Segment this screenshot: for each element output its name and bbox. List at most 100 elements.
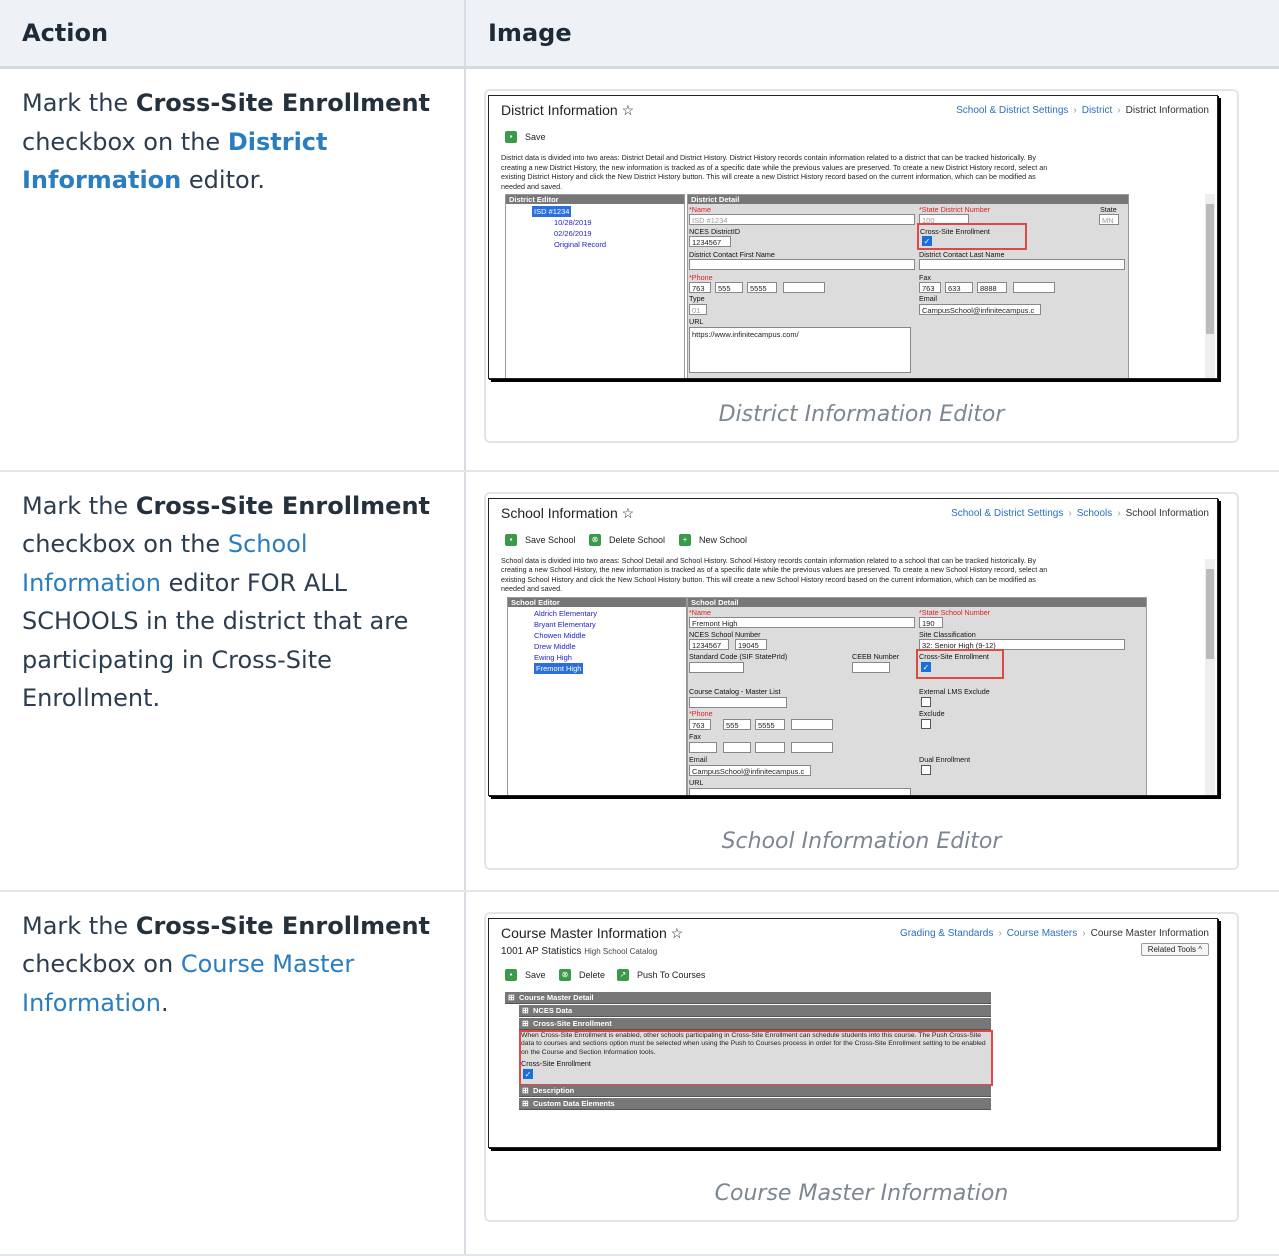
fax-line-field[interactable] [755,741,785,753]
save-school-button[interactable]: ▪ Save School [505,533,576,546]
state-label: State [1100,205,1117,214]
section-bar[interactable]: NCES Data [519,1004,991,1017]
breadcrumb: School & District Settings › Schools › Schoo… [951,508,1209,519]
save-button[interactable]: ▪ Save [505,131,546,143]
save-button[interactable]: ▪ Save [505,968,546,981]
fax-area-field[interactable] [689,741,717,753]
tree-item[interactable]: Aldrich Elementary [508,608,686,619]
contact-first-field[interactable] [689,259,915,270]
tree-item[interactable]: Fremont High [534,662,584,674]
scrollbar[interactable] [1205,194,1215,378]
tree-item[interactable]: Bryant Elementary [508,619,686,630]
url-field[interactable] [689,787,911,795]
table-row: Mark the Cross-Site Enrollment checkbox … [0,470,1279,892]
url-label: URL [689,317,704,326]
fax-area-field[interactable]: 763 [919,282,941,293]
type-label: Type [689,294,705,303]
tree-item[interactable]: Drew Middle [508,641,686,652]
push-to-courses-button[interactable]: ↗ Push To Courses [617,968,705,981]
action-cell: Mark the Cross-Site Enrollment checkbox … [0,67,466,472]
tree-item[interactable]: Original Record [506,239,684,250]
external-lms-exclude-checkbox[interactable] [921,696,931,707]
delete-button[interactable]: ⊗ Delete [559,968,605,981]
name-field[interactable]: Fremont High [689,616,915,628]
new-school-button[interactable]: + New School [679,533,747,546]
nces-field-2[interactable]: 19045 [735,638,767,650]
url-label: URL [689,777,704,787]
section-bar[interactable]: Cross-Site Enrollment [519,1017,991,1030]
panel-header: School Detail [688,597,1146,607]
dual-enrollment-checkbox[interactable] [921,764,931,775]
course-catalog-select[interactable] [689,696,787,708]
tree-item[interactable]: Ewing High [508,652,686,663]
phone-prefix-field[interactable]: 555 [723,718,751,730]
screen-title: District Information ☆ [501,102,635,118]
email-field[interactable]: CampusSchool@infinitecampus.c [919,304,1041,315]
fax-ext-field[interactable] [1013,282,1055,293]
standard-code-field[interactable] [689,661,744,673]
tree-header: District Editor [506,195,684,204]
section-bar[interactable]: Custom Data Elements [519,1097,991,1110]
action-text: Mark the [22,911,136,940]
phone-prefix-field[interactable]: 555 [715,282,743,293]
breadcrumb-link[interactable]: District [1082,105,1113,116]
phone-area-field[interactable]: 763 [689,282,711,293]
breadcrumb-link[interactable]: School & District Settings [951,508,1063,519]
action-text: checkbox on the [22,127,228,156]
breadcrumb-link[interactable]: Course Masters [1007,928,1078,939]
breadcrumb-link[interactable]: School & District Settings [956,105,1068,116]
url-field[interactable]: https://www.infinitecampus.com/ [689,327,911,373]
state-number-label: *State School Number [919,607,991,617]
state-number-label: *State District Number [919,205,991,214]
state-field[interactable]: MN [1099,214,1119,225]
button-label: Delete School [609,534,666,545]
image-column-header: Image [465,0,1279,69]
scrollbar[interactable] [1205,558,1215,795]
state-number-field[interactable]: 190 [919,616,943,628]
phone-label: *Phone [689,273,713,282]
nces-field[interactable]: 1234567 [689,638,729,650]
ceeb-field[interactable] [852,661,890,673]
email-field[interactable]: CampusSchool@infinitecampus.c [689,764,811,776]
action-cell: Mark the Cross-Site Enrollment checkbox … [0,890,466,1256]
district-information-screenshot: District Information ☆ School & District… [488,95,1218,379]
screen-title: Course Master Information ☆ [501,924,684,941]
phone-line-field[interactable]: 5555 [755,718,785,730]
breadcrumb-link[interactable]: Grading & Standards [900,928,993,939]
breadcrumb-current: District Information [1125,105,1209,116]
section-bar[interactable]: Description [519,1084,991,1097]
dual-enrollment-label: Dual Enrollment [919,754,971,764]
phone-ext-field[interactable] [783,282,825,293]
phone-line-field[interactable]: 5555 [747,282,777,293]
panel-header: District Detail [688,195,1128,204]
breadcrumb-separator: › [1117,105,1121,116]
tree-item[interactable]: ISD #1234 [532,206,572,217]
breadcrumb-link[interactable]: Schools [1077,508,1113,519]
nces-field[interactable]: 1234567 [689,236,731,247]
add-icon: + [679,533,691,546]
tree-item[interactable]: Chowen Middle [508,630,686,641]
related-tools-button[interactable]: Related Tools ^ [1140,942,1209,956]
section-bar[interactable]: Course Master Detail [505,991,991,1004]
phone-ext-field[interactable] [791,718,833,730]
phone-area-field[interactable]: 763 [689,718,711,730]
highlight-box [916,648,1004,679]
figure: School Information ☆ School & District S… [484,491,1239,870]
delete-school-button[interactable]: ⊗ Delete School [589,533,666,546]
exclude-checkbox[interactable] [921,718,931,729]
tree-item[interactable]: 02/26/2019 [506,228,684,239]
action-text: checkbox on [22,950,181,978]
type-field[interactable]: 01 [689,304,707,315]
fax-label: Fax [919,273,931,282]
action-text: checkbox on the [22,530,228,558]
name-field[interactable]: ISD #1234 [689,214,915,225]
contact-last-field[interactable] [919,259,1125,270]
fax-prefix-field[interactable] [723,741,751,753]
nces-label: NCES School Number [689,629,761,639]
fax-ext-field[interactable] [791,741,833,753]
breadcrumb-separator: › [1117,507,1121,519]
save-icon: ▪ [505,968,517,981]
fax-line-field[interactable]: 8888 [977,282,1007,293]
fax-prefix-field[interactable]: 633 [945,282,973,293]
tree-item[interactable]: 10/28/2019 [506,217,684,228]
